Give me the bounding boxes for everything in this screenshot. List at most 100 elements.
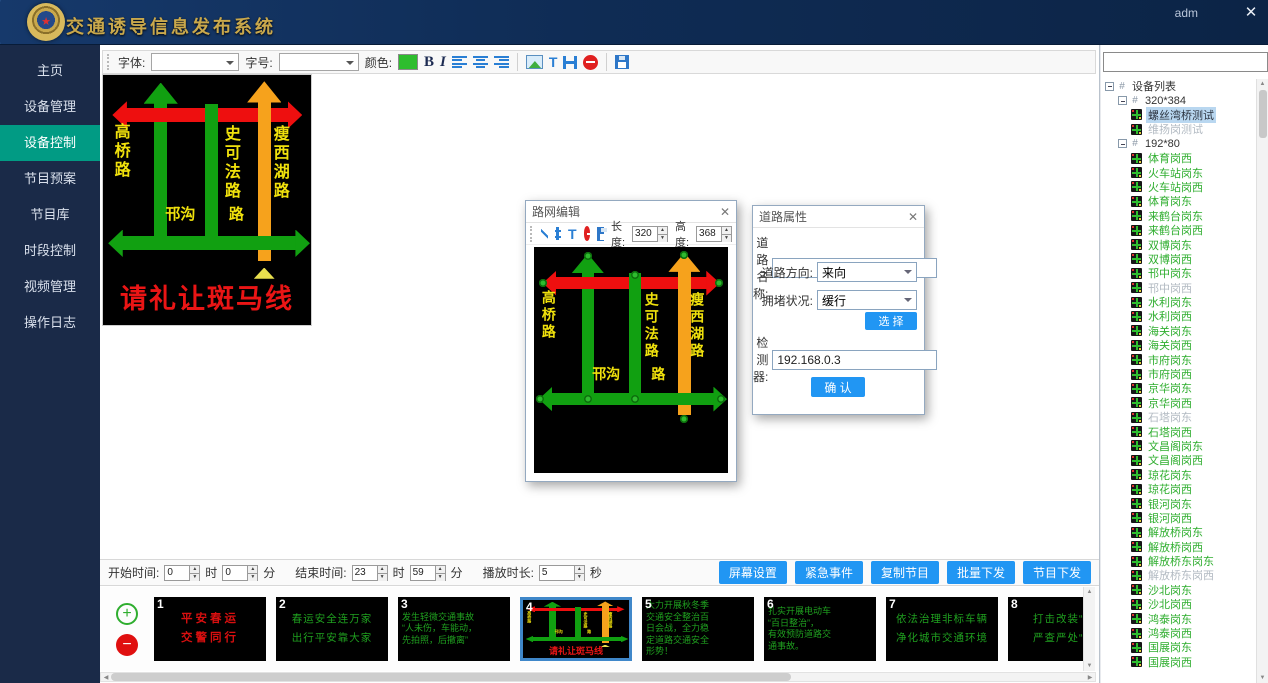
italic-button[interactable]: I — [440, 54, 446, 71]
tree-device-item[interactable]: 海关岗东 — [1103, 324, 1255, 338]
road-network-icon[interactable] — [563, 56, 577, 69]
text-tool-icon[interactable]: T — [549, 54, 558, 70]
tree-device-item[interactable]: 沙北岗东 — [1103, 583, 1255, 597]
start-minute-stepper[interactable]: ▲▼ — [222, 565, 258, 581]
program-thumbnail[interactable]: 2春运安全连万家出行平安靠大家 — [276, 597, 388, 661]
sidebar-item-设备管理[interactable]: 设备管理 — [0, 89, 100, 125]
tree-device-item[interactable]: 邗中岗西 — [1103, 280, 1255, 294]
scrollbar-thumb[interactable] — [1259, 90, 1267, 138]
tree-device-item[interactable]: 石塔岗东 — [1103, 410, 1255, 424]
spin-down-icon[interactable]: ▼ — [722, 235, 731, 242]
cross-road-icon[interactable] — [555, 227, 561, 240]
tree-device-item[interactable]: 解放桥岗西 — [1103, 540, 1255, 554]
tree-device-item[interactable]: 邗中岗东 — [1103, 266, 1255, 280]
select-button[interactable]: 选 择 — [865, 312, 917, 330]
road-node-handle[interactable] — [584, 395, 592, 403]
confirm-button[interactable]: 确 认 — [811, 377, 865, 397]
sidebar-item-时段控制[interactable]: 时段控制 — [0, 233, 100, 269]
spin-down-icon[interactable]: ▼ — [436, 574, 445, 581]
font-size-select[interactable] — [279, 53, 359, 71]
road-node-handle[interactable] — [631, 395, 639, 403]
sidebar-item-主页[interactable]: 主页 — [0, 53, 100, 89]
tree-scrollbar[interactable]: ▲ ▼ — [1256, 79, 1268, 683]
spin-down-icon[interactable]: ▼ — [378, 574, 387, 581]
save-icon[interactable] — [615, 55, 629, 69]
expander-icon[interactable] — [1118, 139, 1127, 148]
tree-node[interactable]: #320*384 — [1103, 93, 1255, 107]
end-hour-input[interactable] — [353, 566, 377, 580]
delete-icon[interactable] — [583, 55, 598, 70]
close-icon[interactable]: ✕ — [908, 210, 918, 224]
road-direction-select[interactable]: 来向 — [817, 262, 917, 282]
dialog-titlebar[interactable]: 路网编辑 ✕ — [526, 201, 736, 223]
start-hour-stepper[interactable]: ▲▼ — [164, 565, 200, 581]
program-thumbnail[interactable]: 3发生轻微交通事故“人未伤，车能动，先拍照，后撤离” — [398, 597, 510, 661]
tree-device-item[interactable]: 维扬岗测试 — [1103, 122, 1255, 136]
tree-device-item[interactable]: 火车站岗东 — [1103, 165, 1255, 179]
end-minute-stepper[interactable]: ▲▼ — [410, 565, 446, 581]
tree-device-item[interactable]: 解放桥东岗西 — [1103, 568, 1255, 582]
strip-scrollbar[interactable]: ▲ ▼ — [1083, 587, 1095, 671]
end-hour-stepper[interactable]: ▲▼ — [352, 565, 388, 581]
align-right-icon[interactable] — [494, 56, 509, 68]
dialog-titlebar[interactable]: 道路属性 ✕ — [753, 206, 924, 228]
tree-device-item[interactable]: 双博岗西 — [1103, 252, 1255, 266]
action-button-节目下发[interactable]: 节目下发 — [1023, 561, 1091, 584]
tree-device-item[interactable]: 国展岗东 — [1103, 640, 1255, 654]
tree-device-item[interactable]: 来鹤台岗西 — [1103, 223, 1255, 237]
spin-down-icon[interactable]: ▼ — [658, 235, 667, 242]
tree-device-item[interactable]: 解放桥岗东 — [1103, 525, 1255, 539]
program-thumbnail[interactable]: 5大力开展秋冬季交通安全整治百日会战，全力稳定道路交通安全形势！ — [642, 597, 754, 661]
program-thumbnail[interactable]: 4 高桥路 史可法路 瘦西湖路 邗沟 路 请礼让斑马线 — [520, 597, 632, 661]
spin-down-icon[interactable]: ▼ — [575, 574, 584, 581]
sidebar-item-操作日志[interactable]: 操作日志 — [0, 305, 100, 341]
insert-image-icon[interactable] — [526, 55, 543, 69]
tree-node[interactable]: #192*80 — [1103, 137, 1255, 151]
height-stepper[interactable]: ▲▼ — [696, 226, 732, 242]
tree-device-item[interactable]: 海关岗西 — [1103, 338, 1255, 352]
sidebar-item-节目预案[interactable]: 节目预案 — [0, 161, 100, 197]
text-tool-icon[interactable]: T — [568, 226, 577, 242]
scroll-down-icon[interactable]: ▼ — [1087, 663, 1093, 669]
road-node-handle[interactable] — [536, 395, 544, 403]
duration-input[interactable] — [540, 566, 574, 580]
start-minute-input[interactable] — [223, 566, 247, 580]
action-button-批量下发[interactable]: 批量下发 — [947, 561, 1015, 584]
tree-device-item[interactable]: 火车站岗西 — [1103, 180, 1255, 194]
tree-device-item[interactable]: 螺丝湾桥测试 — [1103, 108, 1255, 122]
tree-node[interactable]: #设备列表 — [1103, 79, 1255, 93]
action-button-复制节目[interactable]: 复制节目 — [871, 561, 939, 584]
program-thumbnail[interactable]: 7依法治理非标车辆净化城市交通环境 — [886, 597, 998, 661]
tree-device-item[interactable]: 双博岗东 — [1103, 237, 1255, 251]
draw-road-icon[interactable] — [541, 227, 547, 241]
tree-device-item[interactable]: 国展岗西 — [1103, 655, 1255, 669]
sidebar-item-视频管理[interactable]: 视频管理 — [0, 269, 100, 305]
detector-input[interactable] — [772, 350, 937, 370]
align-center-icon[interactable] — [473, 56, 488, 68]
tree-device-item[interactable]: 文昌阁岗西 — [1103, 453, 1255, 467]
tree-device-item[interactable]: 鸿泰岗东 — [1103, 611, 1255, 625]
program-thumbnail[interactable]: 8打击改装“炸严查严处“机 — [1008, 597, 1083, 661]
tree-device-item[interactable]: 水利岗东 — [1103, 295, 1255, 309]
remove-program-icon[interactable]: − — [116, 634, 138, 656]
start-hour-input[interactable] — [165, 566, 189, 580]
tree-device-item[interactable]: 市府岗东 — [1103, 352, 1255, 366]
road-node-handle[interactable] — [680, 415, 688, 423]
road-editor-canvas[interactable]: 高桥路 史可法路 瘦西湖路 邗沟 路 — [534, 247, 728, 473]
road-node-handle[interactable] — [539, 279, 547, 287]
color-swatch[interactable] — [398, 54, 418, 70]
spin-up-icon[interactable]: ▲ — [575, 566, 584, 574]
scrollbar-thumb[interactable] — [111, 673, 791, 681]
end-minute-input[interactable] — [411, 566, 435, 580]
scroll-right-icon[interactable]: ▶ — [1085, 674, 1095, 681]
length-stepper[interactable]: ▲▼ — [632, 226, 668, 242]
duration-stepper[interactable]: ▲▼ — [539, 565, 585, 581]
tree-device-item[interactable]: 市府岗西 — [1103, 367, 1255, 381]
bold-button[interactable]: B — [424, 54, 434, 71]
sidebar-item-节目库[interactable]: 节目库 — [0, 197, 100, 233]
scroll-left-icon[interactable]: ◀ — [101, 674, 111, 681]
close-icon[interactable]: ✕ — [720, 205, 730, 219]
road-node-handle[interactable] — [715, 279, 723, 287]
font-select[interactable] — [151, 53, 239, 71]
tree-device-item[interactable]: 鸿泰岗西 — [1103, 626, 1255, 640]
